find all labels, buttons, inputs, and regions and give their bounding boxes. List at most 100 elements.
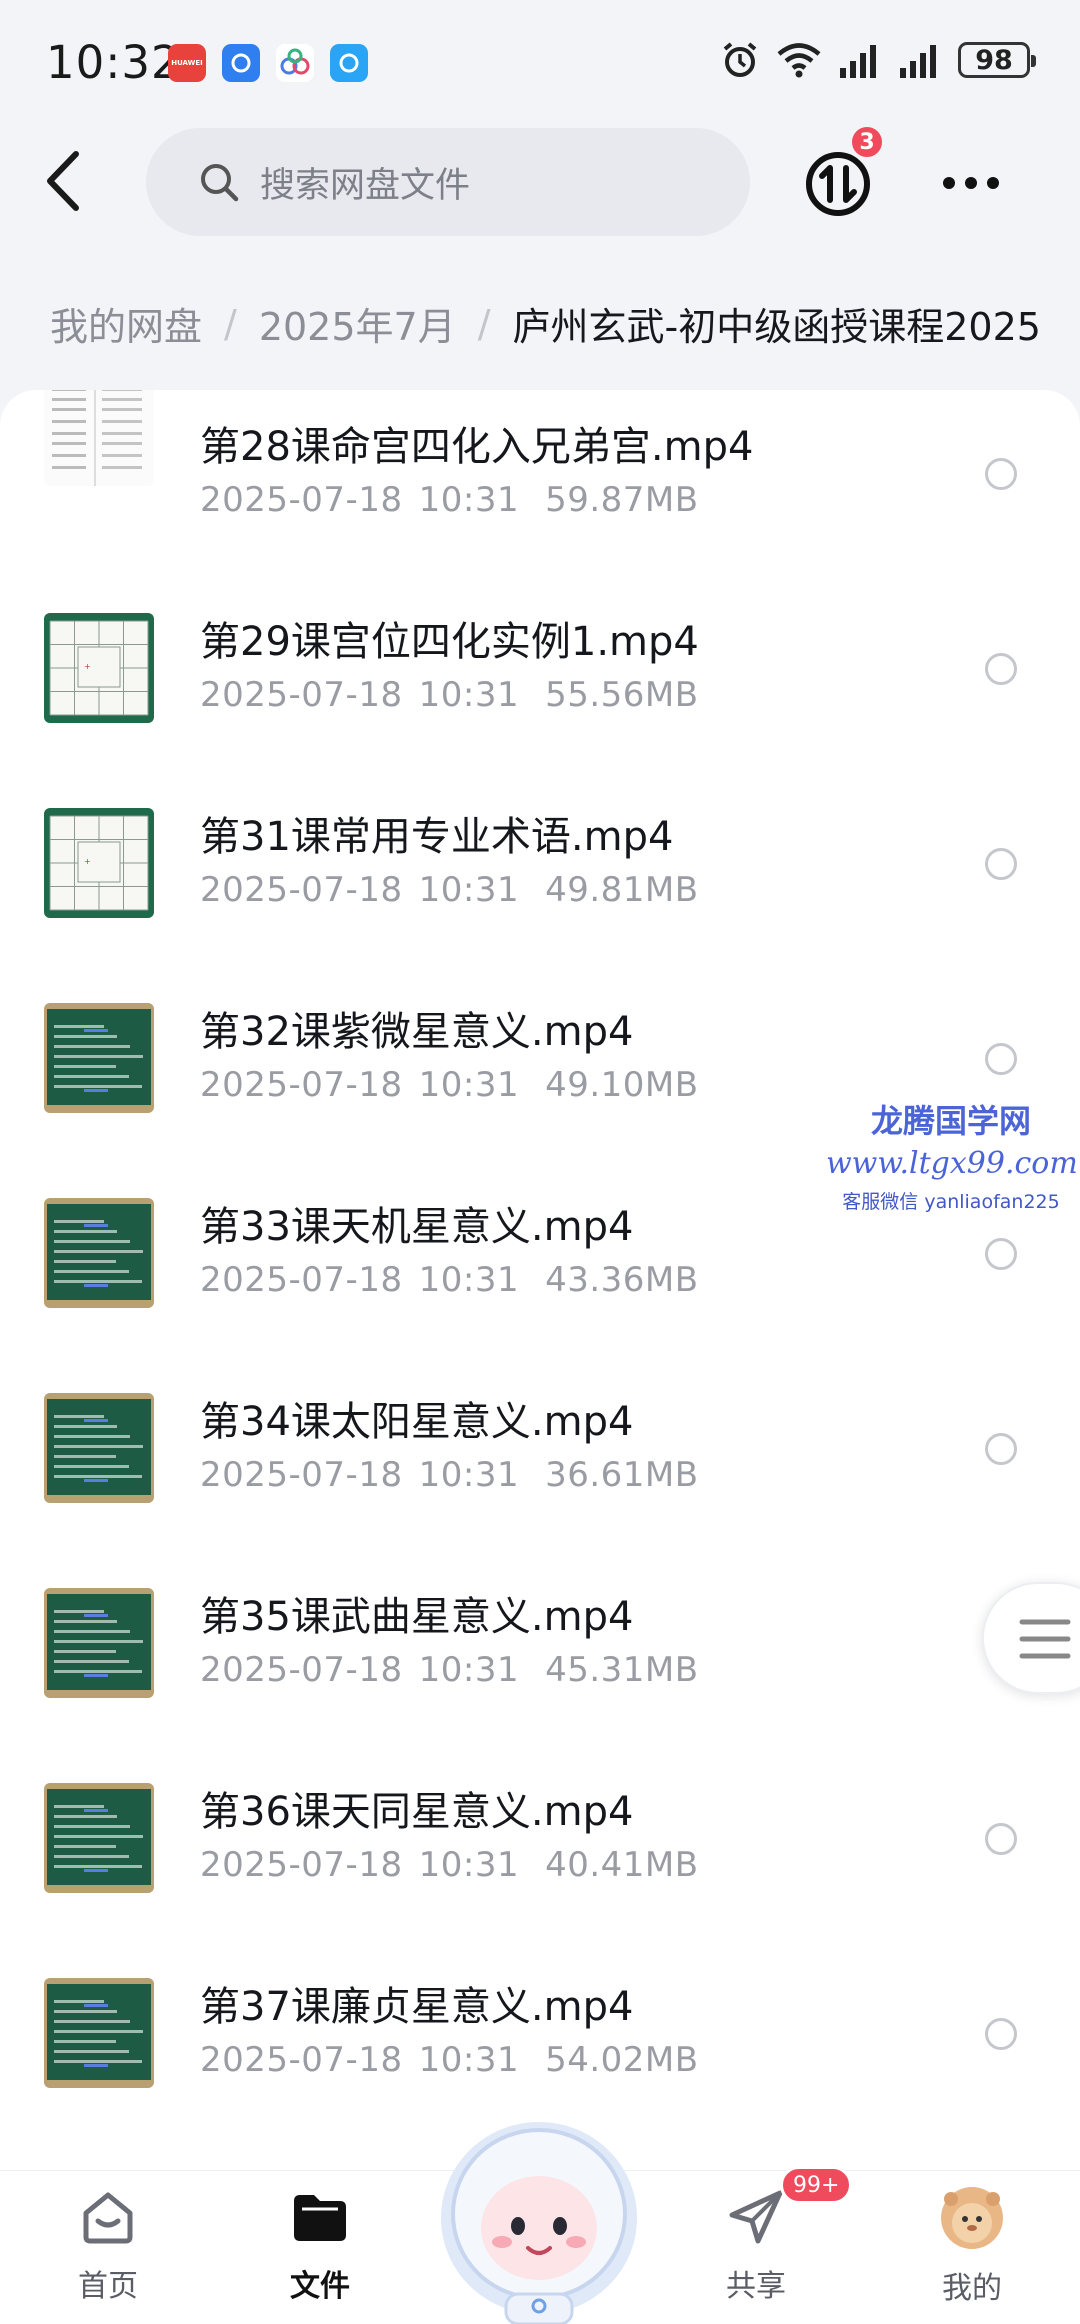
file-date: 2025-07-18 <box>200 2040 403 2080</box>
file-size: 59.87MB <box>545 480 699 520</box>
file-row[interactable]: + 第31课常用专业术语.mp4 2025-07-18 10:31 49.81MB <box>0 766 1080 961</box>
watermark-contact: 客服微信 yanliaofan225 <box>842 1191 1060 1213</box>
file-name: 第35课武曲星意义.mp4 <box>200 1594 634 1640</box>
file-meta: 2025-07-18 10:31 59.87MB <box>200 480 699 520</box>
breadcrumb-folder[interactable]: 2025年7月 <box>259 296 456 351</box>
netdisk-app: 10:32 HUAWEI 98 搜索网盘文件 3 我的网盘 / 2025年7月 … <box>0 0 1080 2324</box>
file-size: 40.41MB <box>545 1845 699 1885</box>
breadcrumb-root[interactable]: 我的网盘 <box>50 296 202 351</box>
search-icon <box>201 164 239 202</box>
file-size: 43.36MB <box>545 1260 699 1300</box>
file-date: 2025-07-18 <box>200 1845 403 1885</box>
file-name: 第29课宫位四化实例1.mp4 <box>200 619 699 665</box>
more-options-icon[interactable] <box>940 168 1002 198</box>
select-checkbox[interactable] <box>985 848 1017 880</box>
transfer-list-icon[interactable] <box>804 150 872 218</box>
video-thumbnail <box>44 1198 154 1308</box>
signal-icon-2 <box>900 45 936 78</box>
notification-app-icons: HUAWEI <box>168 44 368 82</box>
svg-text:+: + <box>84 857 91 866</box>
file-meta: 2025-07-18 10:31 49.10MB <box>200 1065 699 1105</box>
file-name: 第33课天机星意义.mp4 <box>200 1204 634 1250</box>
breadcrumb-separator: / <box>477 301 491 346</box>
select-checkbox[interactable] <box>985 1823 1017 1855</box>
browser-app-icon <box>330 44 368 82</box>
breadcrumb: 我的网盘 / 2025年7月 / 庐州玄武-初中级函授课程2025 <box>50 296 1041 351</box>
search-input[interactable]: 搜索网盘文件 <box>146 128 750 236</box>
file-meta: 2025-07-18 10:31 45.31MB <box>200 1650 699 1690</box>
video-thumbnail <box>44 1003 154 1113</box>
status-indicators: 98 <box>720 40 1036 80</box>
video-thumbnail <box>44 1783 154 1893</box>
video-thumbnail: + <box>44 808 154 918</box>
file-time: 10:31 <box>418 870 520 910</box>
search-placeholder: 搜索网盘文件 <box>260 165 471 206</box>
file-date: 2025-07-18 <box>200 1455 403 1495</box>
huawei-app-icon: HUAWEI <box>168 44 206 82</box>
baidu-netdisk-icon <box>276 44 314 82</box>
select-checkbox[interactable] <box>985 1043 1017 1075</box>
breadcrumb-separator: / <box>224 301 237 346</box>
nav-files-label: 文件 <box>290 2269 350 2304</box>
file-size: 36.61MB <box>545 1455 699 1495</box>
file-time: 10:31 <box>418 1065 520 1105</box>
file-size: 45.31MB <box>545 1650 699 1690</box>
nav-home[interactable]: 首页 <box>38 2185 178 2305</box>
file-name: 第36课天同星意义.mp4 <box>200 1789 634 1835</box>
battery-icon: 98 <box>958 42 1036 78</box>
folder-icon <box>294 2195 346 2241</box>
select-checkbox[interactable] <box>985 1433 1017 1465</box>
video-thumbnail: + <box>44 613 154 723</box>
file-row[interactable]: 第36课天同星意义.mp4 2025-07-18 10:31 40.41MB <box>0 1741 1080 1936</box>
file-row[interactable]: 第34课太阳星意义.mp4 2025-07-18 10:31 36.61MB <box>0 1351 1080 1546</box>
video-thumbnail <box>44 1978 154 2088</box>
file-row[interactable]: + 第29课宫位四化实例1.mp4 2025-07-18 10:31 55.56MB <box>0 571 1080 766</box>
alarm-icon <box>723 42 757 77</box>
back-button[interactable] <box>36 146 96 216</box>
video-thumbnail <box>44 390 154 486</box>
file-list: 第28课命宫四化入兄弟宫.mp4 2025-07-18 10:31 59.87MB + 第… <box>0 390 1080 2170</box>
file-name: 第34课太阳星意义.mp4 <box>200 1399 634 1445</box>
file-date: 2025-07-18 <box>200 870 403 910</box>
file-size: 54.02MB <box>545 2040 699 2080</box>
file-row[interactable]: 第37课廉贞星意义.mp4 2025-07-18 10:31 54.02MB <box>0 1936 1080 2131</box>
file-row[interactable]: 第28课命宫四化入兄弟宫.mp4 2025-07-18 10:31 59.87MB <box>0 390 1080 571</box>
file-name: 第37课廉贞星意义.mp4 <box>200 1984 634 2030</box>
nav-mine[interactable]: 我的 <box>902 2185 1042 2307</box>
menu-lines-icon <box>1019 1619 1071 1659</box>
nav-files[interactable]: 文件 <box>250 2185 390 2305</box>
transfer-count-badge: 3 <box>849 124 885 160</box>
watermark: 龙腾国学网 www.ltgx99.com 客服微信 yanliaofan225 <box>826 1096 1078 1214</box>
signal-icon-1 <box>840 45 876 78</box>
file-meta: 2025-07-18 10:31 36.61MB <box>200 1455 699 1495</box>
svg-text:+: + <box>84 662 91 671</box>
file-name: 第32课紫微星意义.mp4 <box>200 1009 634 1055</box>
select-checkbox[interactable] <box>985 653 1017 685</box>
top-bar: 搜索网盘文件 <box>0 124 1080 244</box>
cloud-app-icon <box>222 44 260 82</box>
file-time: 10:31 <box>418 1260 520 1300</box>
watermark-url: www.ltgx99.com <box>826 1146 1078 1181</box>
status-time: 10:32 <box>46 36 181 89</box>
file-time: 10:31 <box>418 480 520 520</box>
file-time: 10:31 <box>418 1650 520 1690</box>
share-count-badge: 99+ <box>780 2166 853 2204</box>
file-size: 55.56MB <box>545 675 699 715</box>
file-meta: 2025-07-18 10:31 49.81MB <box>200 870 699 910</box>
select-checkbox[interactable] <box>985 458 1017 490</box>
file-time: 10:31 <box>418 1845 520 1885</box>
file-date: 2025-07-18 <box>200 1065 403 1105</box>
file-time: 10:31 <box>418 675 520 715</box>
file-date: 2025-07-18 <box>200 1260 403 1300</box>
file-meta: 2025-07-18 10:31 40.41MB <box>200 1845 699 1885</box>
wifi-icon <box>777 43 821 78</box>
file-meta: 2025-07-18 10:31 54.02MB <box>200 2040 699 2080</box>
select-checkbox[interactable] <box>985 1238 1017 1270</box>
file-size: 49.81MB <box>545 870 699 910</box>
assistant-mascot-icon[interactable] <box>432 2108 646 2324</box>
select-checkbox[interactable] <box>985 2018 1017 2050</box>
paper-plane-icon <box>729 2190 783 2244</box>
breadcrumb-current: 庐州玄武-初中级函授课程2025 <box>512 305 1041 349</box>
file-meta: 2025-07-18 10:31 55.56MB <box>200 675 699 715</box>
file-row[interactable]: 第35课武曲星意义.mp4 2025-07-18 10:31 45.31MB <box>0 1546 1080 1741</box>
